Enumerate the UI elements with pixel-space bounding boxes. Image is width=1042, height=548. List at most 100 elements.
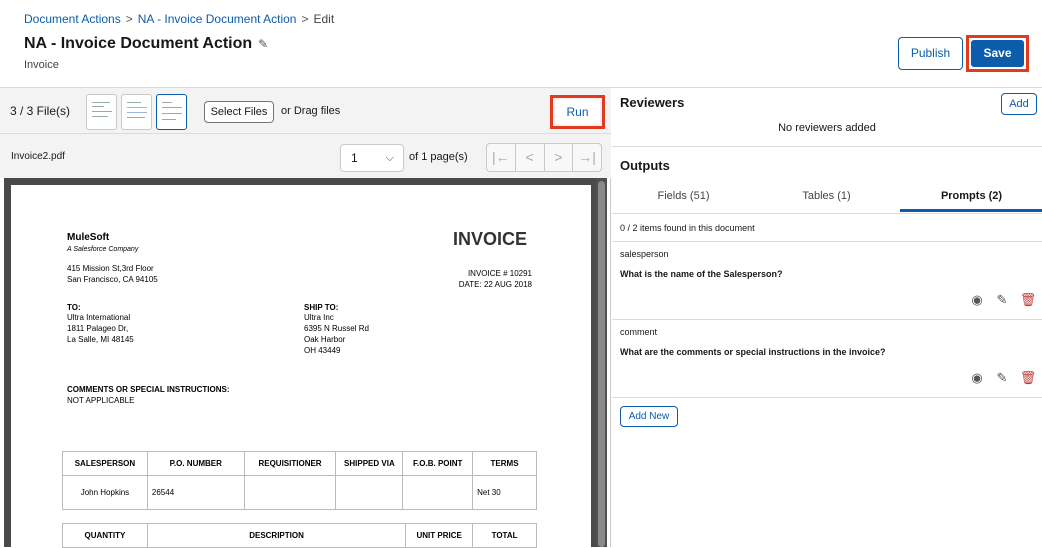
page-title: NA - Invoice Document Action ✎ <box>24 35 268 53</box>
table-cell: 26544 <box>146 475 245 510</box>
viewer-scrollbar[interactable] <box>596 178 607 547</box>
table-cell: John Hopkins <box>62 475 148 510</box>
last-page-icon[interactable]: →| <box>573 144 601 171</box>
invoice-date: DATE: 22 AUG 2018 <box>458 280 532 289</box>
invoice-tagline: A Salesforce Company <box>67 246 139 253</box>
table-cell <box>402 475 474 510</box>
table-header: F.O.B. POINT <box>402 451 474 476</box>
side-panel: Reviewers Add No reviewers added Outputs… <box>612 88 1042 547</box>
invoice-address-line: San Francisco, CA 94105 <box>67 275 158 284</box>
page-subtitle: Invoice <box>24 59 59 71</box>
page-count-label: of 1 page(s) <box>409 151 468 163</box>
tab-fields[interactable]: Fields (51) <box>612 182 755 212</box>
table-header: TOTAL <box>472 523 537 548</box>
run-button[interactable]: Run <box>555 100 600 124</box>
first-page-icon[interactable]: |← <box>487 144 516 171</box>
breadcrumb-document-actions[interactable]: Document Actions <box>24 12 121 26</box>
prompt-name: salesperson <box>620 249 669 259</box>
table-header: SHIPPED VIA <box>335 451 404 476</box>
current-filename: Invoice2.pdf <box>11 151 65 162</box>
publish-button[interactable]: Publish <box>898 37 963 70</box>
pdf-page: MuleSoft A Salesforce Company 415 Missio… <box>11 185 591 548</box>
outputs-tabs: Fields (51) Tables (1) Prompts (2) <box>612 182 1042 212</box>
to-line: 1811 Palageo Dr, <box>67 324 129 333</box>
table-cell: Net 30 <box>472 475 537 510</box>
page-select[interactable]: 1 ⌵ <box>340 144 404 172</box>
divider <box>612 397 1042 398</box>
ship-to-line: Oak Harbor <box>304 335 346 344</box>
save-highlight: Save <box>966 35 1029 72</box>
select-files-button[interactable]: Select Files <box>204 101 274 123</box>
table-cell <box>243 475 337 510</box>
eye-icon[interactable]: ◉ <box>968 292 986 308</box>
tab-tables[interactable]: Tables (1) <box>755 182 898 212</box>
outputs-title: Outputs <box>620 158 670 173</box>
trash-icon[interactable]: 🗑 <box>1019 370 1037 386</box>
breadcrumb: Document Actions > NA - Invoice Document A… <box>24 12 334 26</box>
breadcrumb-invoice-action[interactable]: NA - Invoice Document Action <box>138 12 297 26</box>
found-count: 0 / 2 items found in this document <box>620 223 755 233</box>
comments-value: NOT APPLICABLE <box>67 396 135 405</box>
run-highlight: Run <box>550 95 605 129</box>
prompt-name: comment <box>620 327 658 337</box>
trash-icon[interactable]: 🗑 <box>1019 292 1037 308</box>
no-reviewers-text: No reviewers added <box>778 122 876 134</box>
divider <box>612 319 1042 320</box>
prompt-question: What is the name of the Salesperson? <box>620 269 783 279</box>
file-thumbnail[interactable] <box>86 94 117 130</box>
file-thumbnail-selected[interactable] <box>156 94 187 130</box>
file-count: 3 / 3 File(s) <box>10 104 71 118</box>
page-toolbar: Invoice2.pdf 1 ⌵ of 1 page(s) |← < > →| <box>0 134 611 178</box>
drag-files-label: or Drag files <box>281 105 341 117</box>
table-header: UNIT PRICE <box>405 523 474 548</box>
breadcrumb-separator: > <box>125 12 133 26</box>
table-header: REQUISITIONER <box>243 451 337 476</box>
table-header: QUANTITY <box>62 523 148 548</box>
table-cell <box>335 475 404 510</box>
divider <box>612 213 1042 214</box>
save-button[interactable]: Save <box>971 40 1024 67</box>
table-row: John Hopkins 26544 Net 30 <box>62 475 537 510</box>
edit-icon[interactable]: ✎ <box>993 370 1011 386</box>
page-header: Document Actions > NA - Invoice Document A… <box>0 0 1042 88</box>
ship-to-line: Ultra Inc <box>304 313 334 322</box>
invoice-number: INVOICE # 10291 <box>467 269 532 278</box>
add-reviewer-button[interactable]: Add <box>1001 93 1037 115</box>
invoice-order-table: SALESPERSON P.O. NUMBER REQUISITIONER SH… <box>62 451 537 510</box>
to-line: La Salle, MI 48145 <box>67 335 134 344</box>
breadcrumb-current: Edit <box>313 12 335 26</box>
document-panel: 3 / 3 File(s) Select Files or Drag files… <box>0 88 611 548</box>
table-header: SALESPERSON <box>62 451 148 476</box>
file-toolbar: 3 / 3 File(s) Select Files or Drag files… <box>0 88 611 134</box>
ship-to-line: 6395 N Russel Rd <box>304 324 369 333</box>
page-select-value: 1 <box>351 151 358 165</box>
tab-prompts[interactable]: Prompts (2) <box>900 182 1042 212</box>
add-new-prompt-button[interactable]: Add New <box>620 406 678 427</box>
table-header: P.O. NUMBER <box>146 451 245 476</box>
comments-label: COMMENTS OR SPECIAL INSTRUCTIONS: <box>67 385 230 394</box>
prev-page-icon[interactable]: < <box>516 144 545 171</box>
edit-icon[interactable]: ✎ <box>993 292 1011 308</box>
reviewers-title: Reviewers <box>620 95 685 110</box>
ship-to-line: OH 43449 <box>304 346 341 355</box>
invoice-items-table: QUANTITY DESCRIPTION UNIT PRICE TOTAL <box>62 523 537 548</box>
next-page-icon[interactable]: > <box>545 144 574 171</box>
prompt-question: What are the comments or special instruc… <box>620 347 886 357</box>
to-line: Ultra International <box>67 313 131 322</box>
file-thumbnail[interactable] <box>121 94 152 130</box>
pencil-icon[interactable]: ✎ <box>258 37 268 51</box>
scrollbar-thumb[interactable] <box>598 181 605 547</box>
invoice-title: INVOICE <box>453 229 528 249</box>
breadcrumb-separator: > <box>301 12 309 26</box>
invoice-company: MuleSoft <box>67 232 110 243</box>
chevron-down-icon: ⌵ <box>385 152 394 164</box>
pdf-viewer[interactable]: MuleSoft A Salesforce Company 415 Missio… <box>4 178 607 548</box>
page-title-text: NA - Invoice Document Action <box>24 35 253 52</box>
page-navigation: |← < > →| <box>486 143 602 172</box>
table-header: DESCRIPTION <box>146 523 407 548</box>
eye-icon[interactable]: ◉ <box>968 370 986 386</box>
table-header: TERMS <box>472 451 537 476</box>
invoice-address-line: 415 Mission St,3rd Floor <box>67 264 154 273</box>
divider <box>612 241 1042 242</box>
divider <box>612 146 1042 147</box>
